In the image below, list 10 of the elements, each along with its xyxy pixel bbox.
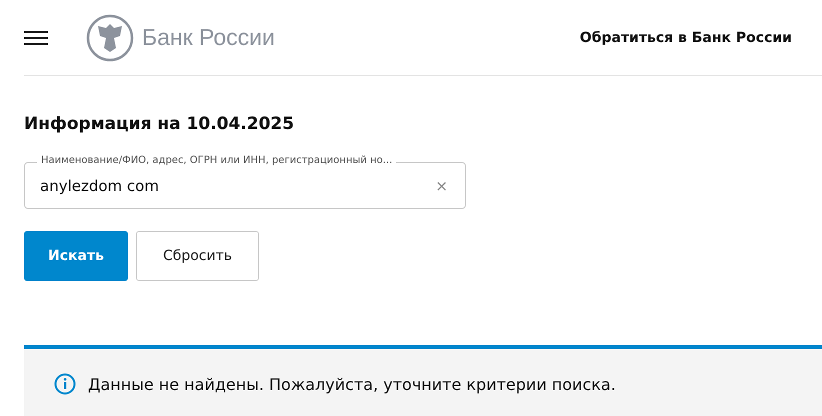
page-title: Информация на 10.04.2025 [24, 114, 296, 134]
search-button[interactable]: Искать [24, 231, 128, 281]
notice-text: Данные не найдены. Пожалуйста, уточните критерии поиска. [88, 374, 616, 394]
field-label: Наименование/ФИО, адрес, ОГРН или ИНН, регистрационный но... [37, 155, 396, 166]
clear-button[interactable]: × [435, 176, 448, 194]
search-field[interactable]: Наименование/ФИО, адрес, ОГРН или ИНН, регистрационный но... anylezdom com × [24, 154, 466, 209]
info-icon [54, 373, 76, 395]
reset-button[interactable]: Сбросить [136, 231, 260, 281]
contact-link[interactable]: Обратиться в Банк России [580, 30, 792, 46]
menu-icon[interactable] [24, 30, 48, 46]
